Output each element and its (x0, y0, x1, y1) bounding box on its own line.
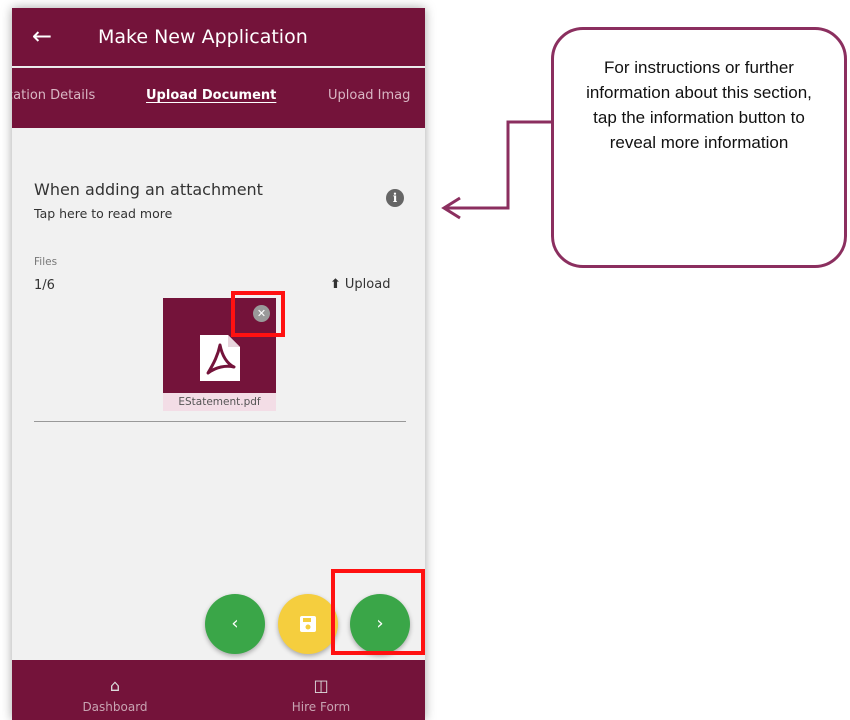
section-divider (34, 421, 406, 422)
files-count: 1/6 (34, 278, 55, 293)
previous-step-button[interactable]: ‹ (205, 594, 265, 654)
tab-application-details[interactable]: cation Details (12, 88, 95, 103)
nav-hire-form-label: Hire Form (291, 700, 351, 714)
form-icon: ◫ (313, 676, 329, 695)
nav-hire-form[interactable]: ◫ Hire Form (218, 660, 424, 720)
bottom-navigation: ⌂ Dashboard ◫ Hire Form (12, 660, 425, 720)
tab-upload-image[interactable]: Upload Imag (328, 88, 410, 103)
app-header: ← Make New Application (12, 8, 425, 66)
tab-upload-document[interactable]: Upload Document (146, 88, 276, 103)
remove-button-highlight (231, 291, 285, 337)
callout-arrow (441, 120, 553, 220)
back-arrow-icon[interactable]: ← (32, 22, 52, 50)
save-icon (300, 616, 316, 632)
page-title: Make New Application (98, 26, 308, 48)
callout-text: For instructions or further information … (586, 58, 812, 152)
upload-button[interactable]: ⬆ Upload (330, 277, 390, 292)
read-more-link[interactable]: Tap here to read more (34, 206, 172, 221)
save-button[interactable] (278, 594, 338, 654)
pdf-file-icon (200, 335, 240, 381)
upload-label: Upload (344, 277, 391, 292)
files-label: Files (34, 256, 58, 268)
next-button-highlight (331, 569, 425, 655)
chevron-left-icon: ‹ (231, 613, 239, 634)
attachment-info-heading[interactable]: When adding an attachment (34, 180, 263, 199)
nav-dashboard[interactable]: ⌂ Dashboard (12, 660, 218, 720)
instruction-callout: For instructions or further information … (551, 27, 847, 268)
tab-bar: cation Details Upload Document Upload Im… (12, 68, 425, 128)
info-icon[interactable]: i (386, 189, 404, 207)
upload-icon: ⬆ (330, 277, 341, 292)
file-name: EStatement.pdf (163, 393, 276, 411)
nav-dashboard-label: Dashboard (82, 700, 148, 714)
home-icon: ⌂ (109, 676, 121, 695)
